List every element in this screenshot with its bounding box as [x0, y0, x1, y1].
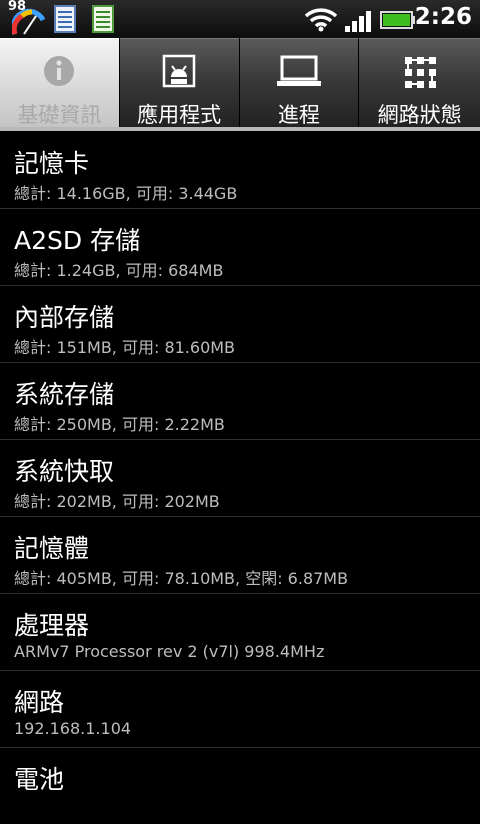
wifi-icon: [304, 8, 338, 32]
document-list-icon[interactable]: [92, 5, 114, 33]
item-title: 內部存儲: [14, 303, 115, 332]
tab-bar: 基礎資訊 應用程式 進程 網路狀態: [0, 38, 480, 130]
list-item-memory[interactable]: 記憶體 總計: 405MB, 可用: 78.10MB, 空閑: 6.87MB: [0, 517, 480, 594]
list-item-system-storage[interactable]: 系統存儲 總計: 250MB, 可用: 2.22MB: [0, 363, 480, 440]
clock: 2:26: [414, 4, 472, 30]
laptop-icon: [276, 55, 321, 86]
item-title: 系統存儲: [14, 380, 115, 409]
tab-label: 基礎資訊: [17, 103, 102, 127]
tab-basic-info[interactable]: 基礎資訊: [0, 38, 119, 127]
android-app-icon: [162, 54, 196, 88]
item-detail: 總計: 202MB, 可用: 202MB: [14, 492, 220, 511]
document-icon[interactable]: [54, 5, 76, 33]
item-title: 記憶卡: [14, 149, 90, 178]
status-bar: 98 2:26: [0, 0, 480, 38]
tab-label: 應用程式: [137, 103, 222, 127]
item-detail: 總計: 151MB, 可用: 81.60MB: [14, 338, 236, 357]
tab-network-status[interactable]: 網路狀態: [359, 38, 480, 127]
item-detail: 192.168.1.104: [14, 719, 132, 738]
network-icon: [404, 57, 436, 88]
list-item-a2sd-storage[interactable]: A2SD 存儲 總計: 1.24GB, 可用: 684MB: [0, 209, 480, 286]
signal-icon: [345, 11, 371, 32]
item-title: 處理器: [14, 611, 90, 640]
item-title: 電池: [14, 765, 65, 794]
list-item-network[interactable]: 網路 192.168.1.104: [0, 671, 480, 748]
tab-underline: [0, 127, 480, 131]
item-detail: ARMv7 Processor rev 2 (v7l) 998.4MHz: [14, 642, 325, 661]
list-item-processor[interactable]: 處理器 ARMv7 Processor rev 2 (v7l) 998.4MHz: [0, 594, 480, 671]
list-item-system-cache[interactable]: 系統快取 總計: 202MB, 可用: 202MB: [0, 440, 480, 517]
item-title: 系統快取: [14, 457, 115, 486]
item-detail: 總計: 250MB, 可用: 2.22MB: [14, 415, 225, 434]
list-item-battery[interactable]: 電池: [0, 748, 480, 824]
item-title: 記憶體: [14, 534, 90, 563]
item-title: A2SD 存儲: [14, 226, 141, 255]
battery-level-text: 98: [8, 0, 27, 14]
tab-processes[interactable]: 進程: [239, 38, 359, 127]
list-item-internal-storage[interactable]: 內部存儲 總計: 151MB, 可用: 81.60MB: [0, 286, 480, 363]
info-icon: [44, 56, 75, 86]
item-title: 網路: [14, 688, 65, 717]
list-item-sd-card[interactable]: 記憶卡 總計: 14.16GB, 可用: 3.44GB: [0, 132, 480, 209]
tab-label: 進程: [277, 103, 320, 127]
item-detail: 總計: 405MB, 可用: 78.10MB, 空閑: 6.87MB: [14, 569, 349, 588]
info-list: 記憶卡 總計: 14.16GB, 可用: 3.44GB A2SD 存儲 總計: …: [0, 132, 480, 824]
battery-icon: [380, 11, 415, 29]
tab-label: 網路狀態: [377, 103, 462, 127]
item-detail: 總計: 14.16GB, 可用: 3.44GB: [14, 184, 238, 203]
item-detail: 總計: 1.24GB, 可用: 684MB: [14, 261, 224, 280]
tab-applications[interactable]: 應用程式: [119, 38, 239, 127]
